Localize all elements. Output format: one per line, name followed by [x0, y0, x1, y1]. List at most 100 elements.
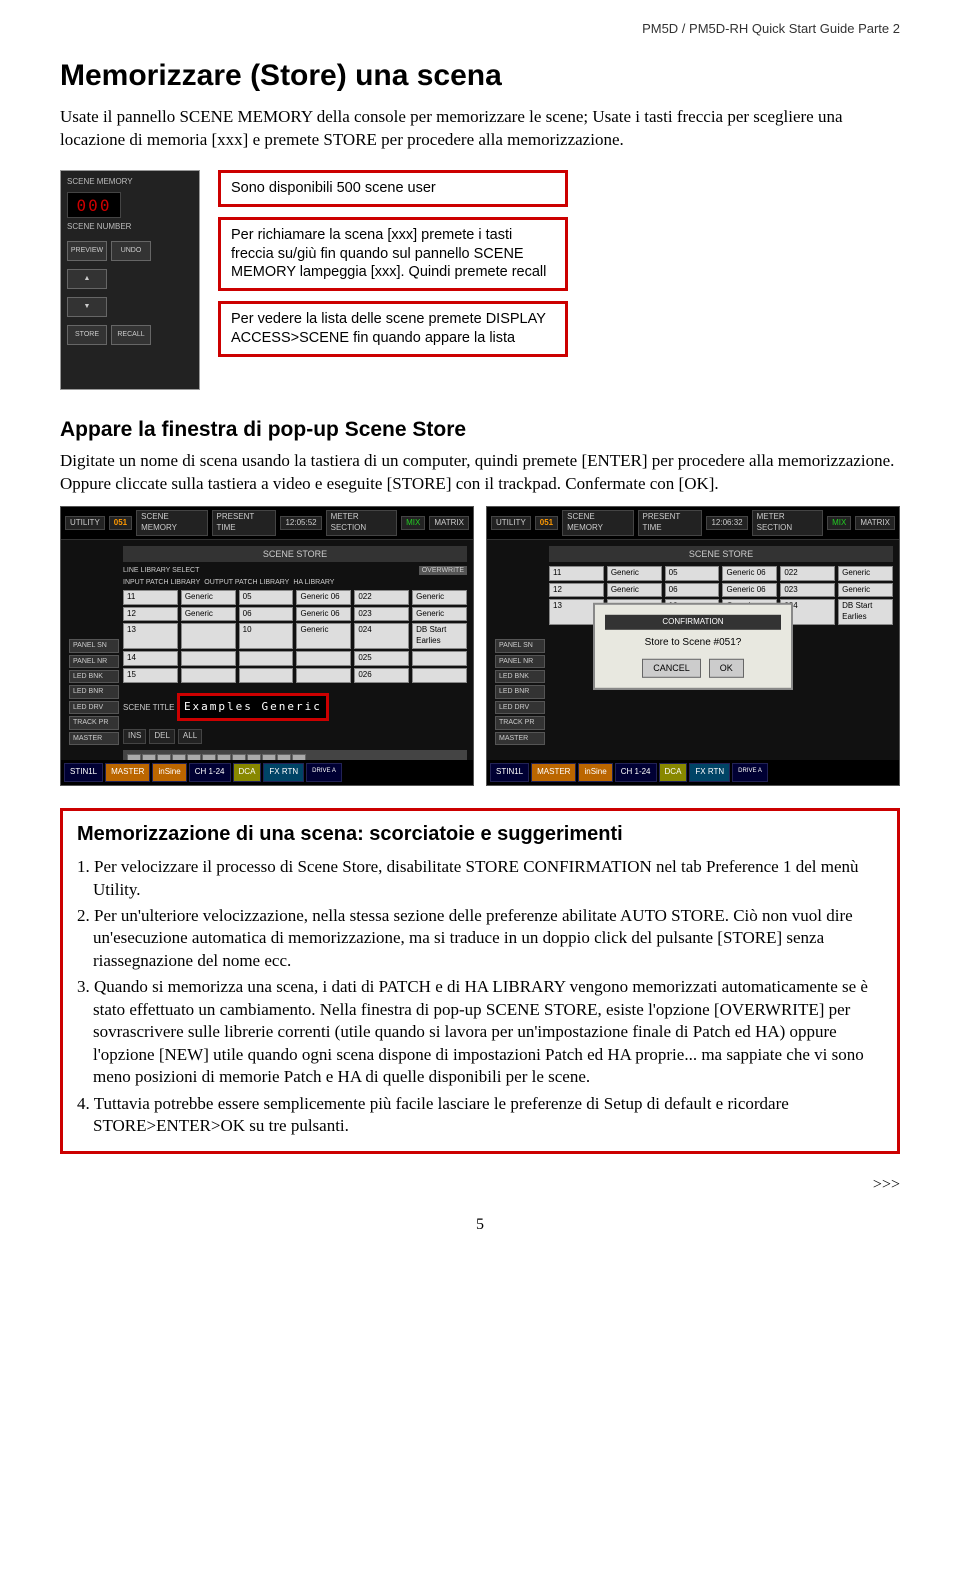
confirmation-title: CONFIRMATION [605, 615, 781, 630]
library-cell: 14 [123, 651, 178, 666]
side-btn: PANEL SN [69, 639, 119, 652]
dialog-cancel-button: CANCEL [642, 659, 701, 677]
insine-tab: inSine [152, 763, 186, 782]
time-label: PRESENT TIME [212, 510, 277, 536]
tip-4: 4. Tuttavia potrebbe essere semplicement… [77, 1093, 883, 1138]
library-cell [239, 668, 294, 683]
document-header: PM5D / PM5D-RH Quick Start Guide Parte 2 [60, 20, 900, 38]
library-cell [412, 668, 467, 683]
library-row: 12Generic06Generic 06023Generic [123, 607, 467, 622]
library-cell: 13 [123, 623, 178, 649]
library-cell: 023 [354, 607, 409, 622]
library-cell: 024 [354, 623, 409, 649]
fxrtn-tab: FX RTN [689, 763, 730, 782]
library-cell: 023 [780, 583, 835, 598]
scene-store-screenshot: UTILITY 051 SCENE MEMORY PRESENT TIME 12… [60, 506, 474, 786]
section-2-title: Appare la finestra di pop-up Scene Store [60, 416, 900, 444]
up-arrow-button: ▲ [67, 269, 107, 289]
side-btn: MASTER [69, 732, 119, 745]
side-btn: MASTER [495, 732, 545, 745]
library-row: 11Generic05Generic 06022Generic [123, 590, 467, 605]
library-cell: 12 [549, 583, 604, 598]
down-arrow-button: ▼ [67, 297, 107, 317]
screen-bottom-tabs: STIN1L MASTER inSine CH 1-24 DCA FX RTN … [61, 760, 473, 785]
panel-with-callouts: SCENE MEMORY 000 SCENE NUMBER PREVIEW UN… [60, 170, 900, 390]
master-tab: MASTER [105, 763, 150, 782]
dialog-ok-button: OK [709, 659, 744, 677]
matrix-pill: MATRIX [855, 516, 895, 531]
library-cell [181, 668, 236, 683]
page-number: 5 [60, 1214, 900, 1236]
library-cell: Generic 06 [722, 583, 777, 598]
recall-button: RECALL [111, 325, 151, 345]
line-library-label: LINE LIBRARY SELECT [123, 566, 199, 575]
library-cell: 06 [665, 583, 720, 598]
side-btn: LED BNK [69, 670, 119, 683]
library-cell: DB Start Earlies [838, 599, 893, 625]
scene-number-label: SCENE NUMBER [67, 222, 193, 233]
ins-button: INS [123, 729, 146, 744]
mix-pill: MIX [401, 516, 425, 531]
library-cell: 05 [665, 566, 720, 581]
side-btn: PANEL SN [495, 639, 545, 652]
scene-number: 051 [109, 516, 132, 531]
drive-tab: DRIVE A [732, 763, 768, 782]
side-btn: LED BNR [69, 685, 119, 698]
fxrtn-tab: FX RTN [263, 763, 304, 782]
scene-number-display: 000 [67, 192, 121, 218]
library-cell: Generic [412, 607, 467, 622]
input-patch-label: INPUT PATCH LIBRARY [123, 578, 200, 587]
library-cell: 11 [123, 590, 178, 605]
scene-memory-panel-image: SCENE MEMORY 000 SCENE NUMBER PREVIEW UN… [60, 170, 200, 390]
library-cell: 15 [123, 668, 178, 683]
library-cell: Generic 06 [296, 607, 351, 622]
tips-title: Memorizzazione di una scena: scorciatoie… [77, 821, 883, 848]
preview-button: PREVIEW [67, 241, 107, 261]
library-cell: Generic [412, 590, 467, 605]
time-label: PRESENT TIME [638, 510, 703, 536]
ch-tab: CH 1-24 [615, 763, 657, 782]
insine-tab: inSine [578, 763, 612, 782]
library-cell: Generic [607, 583, 662, 598]
del-button: DEL [149, 729, 175, 744]
callout-3: Per vedere la lista delle scene premete … [218, 301, 568, 357]
library-cell: 05 [239, 590, 294, 605]
ch-tab: CH 1-24 [189, 763, 231, 782]
library-cell: 022 [354, 590, 409, 605]
meter-pill: METER SECTION [326, 510, 397, 536]
library-cell: Generic [181, 590, 236, 605]
library-cell: Generic 06 [722, 566, 777, 581]
callout-2: Per richiamare la scena [xxx] premete i … [218, 217, 568, 292]
screen-body: SCENE STORE LINE LIBRARY SELECT OVERWRIT… [117, 540, 473, 786]
scene-title-label: SCENE TITLE [123, 703, 174, 712]
intro-paragraph: Usate il pannello SCENE MEMORY della con… [60, 106, 900, 152]
matrix-pill: MATRIX [429, 516, 469, 531]
scene-store-header: SCENE STORE [123, 546, 467, 562]
library-row: 14 025 [123, 651, 467, 666]
ha-library-label: HA LIBRARY [293, 578, 334, 587]
side-btn: LED DRV [69, 701, 119, 714]
callout-boxes: Sono disponibili 500 scene user Per rich… [218, 170, 568, 390]
library-cell: 025 [354, 651, 409, 666]
library-cell [296, 651, 351, 666]
scene-number: 051 [535, 516, 558, 531]
tip-2: 2. Per un'ulteriore velocizzazione, nell… [77, 905, 883, 972]
library-cell: Generic [607, 566, 662, 581]
all-button: ALL [178, 729, 202, 744]
callout-1: Sono disponibili 500 scene user [218, 170, 568, 207]
utility-pill: UTILITY [491, 516, 531, 531]
library-cell: 10 [239, 623, 294, 649]
side-buttons-2: PANEL SN PANEL NR LED BNK LED BNR LED DR… [495, 639, 545, 745]
confirmation-dialog: CONFIRMATION Store to Scene #051? CANCEL… [593, 603, 793, 689]
library-row: 15026 [123, 668, 467, 683]
screen-top-bar-2: UTILITY 051 SCENE MEMORY PRESENT TIME 12… [487, 507, 899, 540]
dca-tab: DCA [233, 763, 262, 782]
library-cell: Generic [296, 623, 351, 649]
time-value-2: 12:06:32 [706, 516, 747, 531]
library-cell: 06 [239, 607, 294, 622]
panel-label: SCENE MEMORY [67, 177, 193, 188]
confirmation-screenshot: UTILITY 051 SCENE MEMORY PRESENT TIME 12… [486, 506, 900, 786]
side-btn: LED DRV [495, 701, 545, 714]
meter-pill: METER SECTION [752, 510, 823, 536]
tips-box: Memorizzazione di una scena: scorciatoie… [60, 808, 900, 1154]
